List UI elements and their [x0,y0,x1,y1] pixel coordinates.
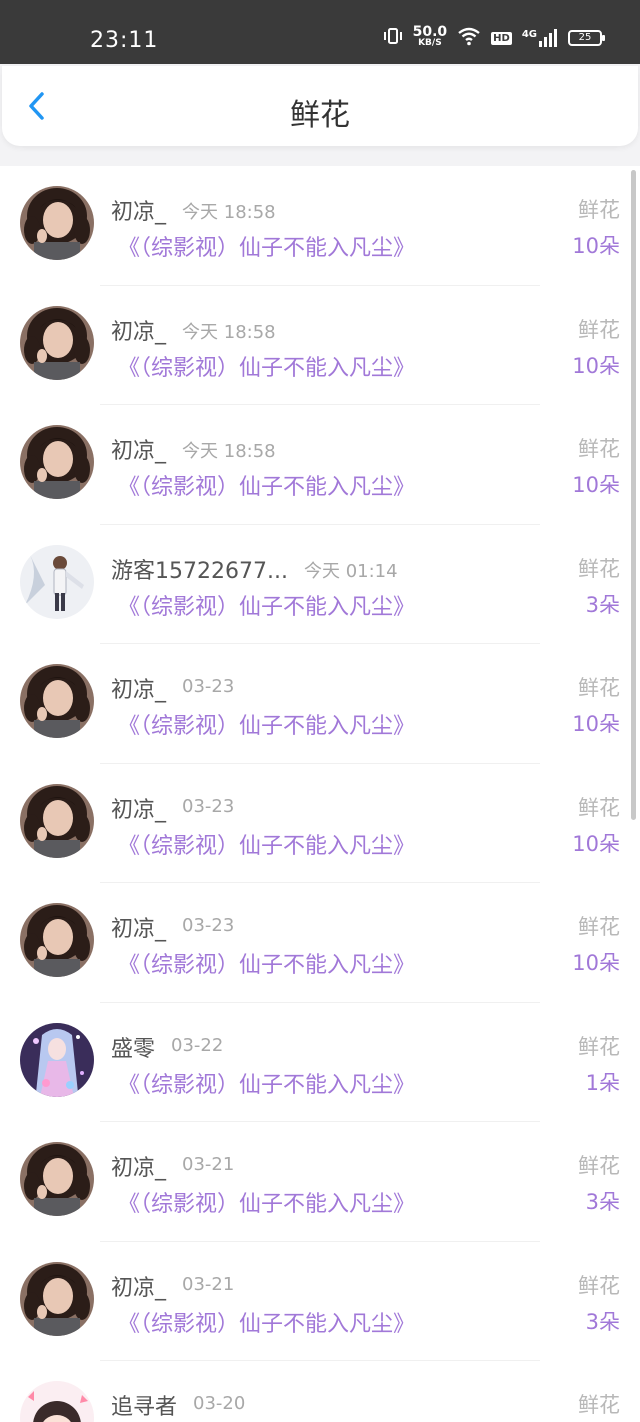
list-item[interactable]: 初凉_ 今天 18:58 《（综影视）仙子不能入凡尘》 鲜花 10朵 [0,286,640,405]
book-title[interactable]: 《（综影视）仙子不能入凡尘》 [118,469,415,501]
status-icons: 50.0 KB/S HD 4G 25 [383,24,605,50]
gift-count: 10朵 [572,353,620,378]
gift-time: 03-21 [182,1154,235,1175]
avatar-girl-portrait[interactable] [20,664,94,738]
gift-time: 03-23 [182,795,235,817]
book-title[interactable]: 《（综影视）仙子不能入凡尘》 [118,828,415,860]
avatar-girl-portrait[interactable] [20,186,94,260]
list-item[interactable]: 初凉_ 03-23 《（综影视）仙子不能入凡尘》 鲜花 10朵 [0,764,640,883]
avatar-girl-portrait[interactable] [20,1142,94,1216]
gift-type-label: 鲜花 [578,556,620,581]
gift-type-label: 鲜花 [578,915,620,939]
gift-time: 03-21 [182,1273,235,1295]
scrollbar[interactable] [631,170,636,820]
user-name[interactable]: 初凉_ [111,194,166,226]
vibrate-icon [383,26,403,50]
gift-count: 1朵 [585,1070,620,1095]
list-item[interactable]: 初凉_ 03-21 《（综影视）仙子不能入凡尘》 鲜花 3朵 [0,1122,640,1242]
user-name[interactable]: 盛零 [111,1031,155,1063]
gift-time: 今天 18:58 [182,321,276,343]
gift-count: 10朵 [572,831,620,856]
avatar-girl-portrait[interactable] [20,903,94,977]
flower-gift-list: 初凉_ 今天 18:58 《（综影视）仙子不能入凡尘》 鲜花 10朵 初凉_ 今… [0,166,640,1422]
avatar-anime-chibi[interactable] [20,1381,94,1422]
book-title[interactable]: 《（综影视）仙子不能入凡尘》 [118,589,415,621]
status-bar: 23:11 50.0 KB/S HD 4G 25 [0,0,640,64]
gift-count: 10朵 [572,951,620,975]
network-type: 4G [521,29,537,40]
network-speed-unit: KB/S [418,38,442,48]
book-title[interactable]: 《（综影视）仙子不能入凡尘》 [118,708,415,740]
user-name[interactable]: 初凉_ [111,672,166,704]
user-name[interactable]: 初凉_ [111,433,166,465]
gift-count: 3朵 [585,1190,620,1214]
avatar-girl-portrait[interactable] [20,425,94,499]
book-title[interactable]: 《（综影视）仙子不能入凡尘》 [118,350,415,382]
gift-time: 03-20 [193,1393,246,1414]
gift-time: 今天 18:58 [182,441,276,462]
user-name[interactable]: 游客15722677... [111,553,288,585]
book-title[interactable]: 《（综影视）仙子不能入凡尘》 [118,230,415,262]
gift-time: 03-23 [182,676,235,697]
gift-time: 今天 01:14 [303,560,398,582]
user-name[interactable]: 初凉_ [111,911,166,943]
network-speed-value: 50.0 [412,24,448,40]
book-title[interactable]: 《（综影视）仙子不能入凡尘》 [118,1306,415,1338]
gift-type-label: 鲜花 [578,1273,620,1298]
list-item[interactable]: 游客15722677... 今天 01:14 《（综影视）仙子不能入凡尘》 鲜花… [0,525,640,644]
book-title[interactable]: 《（综影视）仙子不能入凡尘》 [118,947,415,979]
gift-time: 03-23 [182,915,235,936]
gift-count: 3朵 [585,1309,620,1334]
battery-icon: 25 [568,30,605,46]
list-item[interactable]: 盛零 03-22 《（综影视）仙子不能入凡尘》 鲜花 1朵 [0,1003,640,1122]
page-title: 鲜花 [290,98,350,133]
gift-count: 10朵 [572,712,620,736]
list-item[interactable]: 追寻者 03-20 鲜花 [0,1361,640,1422]
gift-type-label: 鲜花 [578,1034,620,1059]
user-name[interactable]: 初凉_ [111,792,166,824]
user-name[interactable]: 初凉_ [111,1270,166,1302]
gift-type-label: 鲜花 [578,317,620,342]
gift-type-label: 鲜花 [578,795,620,820]
list-item[interactable]: 初凉_ 03-23 《（综影视）仙子不能入凡尘》 鲜花 10朵 [0,644,640,764]
user-name[interactable]: 初凉_ [111,1150,166,1182]
gift-count: 10朵 [572,234,620,258]
gift-count: 3朵 [585,592,620,617]
network-speed: 50.0 KB/S [412,24,448,49]
page-header: 鲜花 [2,66,638,146]
gift-type-label: 鲜花 [578,437,620,461]
gift-time: 今天 18:58 [182,202,276,223]
book-title[interactable]: 《（综影视）仙子不能入凡尘》 [118,1067,415,1099]
hd-badge: HD [491,31,512,45]
status-time: 23:11 [90,28,159,53]
list-item[interactable]: 初凉_ 今天 18:58 《（综影视）仙子不能入凡尘》 鲜花 10朵 [0,405,640,525]
avatar-girl-portrait[interactable] [20,1261,94,1336]
gift-time: 03-22 [171,1034,224,1056]
avatar-girl-portrait[interactable] [20,305,94,380]
avatar-girl-portrait[interactable] [20,783,94,858]
gift-type-label: 鲜花 [578,676,620,700]
gift-type-label: 鲜花 [578,1154,620,1178]
gift-count: 10朵 [572,473,620,497]
avatar-anime-boy[interactable] [20,544,94,619]
book-title[interactable]: 《（综影视）仙子不能入凡尘》 [118,1186,415,1218]
gift-type-label: 鲜花 [578,198,620,222]
list-item[interactable]: 初凉_ 03-21 《（综影视）仙子不能入凡尘》 鲜花 3朵 [0,1242,640,1361]
signal-icon: 4G [522,29,558,47]
list-item[interactable]: 初凉_ 今天 18:58 《（综影视）仙子不能入凡尘》 鲜花 10朵 [0,166,640,286]
avatar-anime-girl[interactable] [20,1022,94,1097]
user-name[interactable]: 追寻者 [111,1389,177,1421]
user-name[interactable]: 初凉_ [111,314,166,346]
wifi-icon [457,26,481,50]
gift-type-label: 鲜花 [578,1393,620,1417]
list-item[interactable]: 初凉_ 03-23 《（综影视）仙子不能入凡尘》 鲜花 10朵 [0,883,640,1003]
